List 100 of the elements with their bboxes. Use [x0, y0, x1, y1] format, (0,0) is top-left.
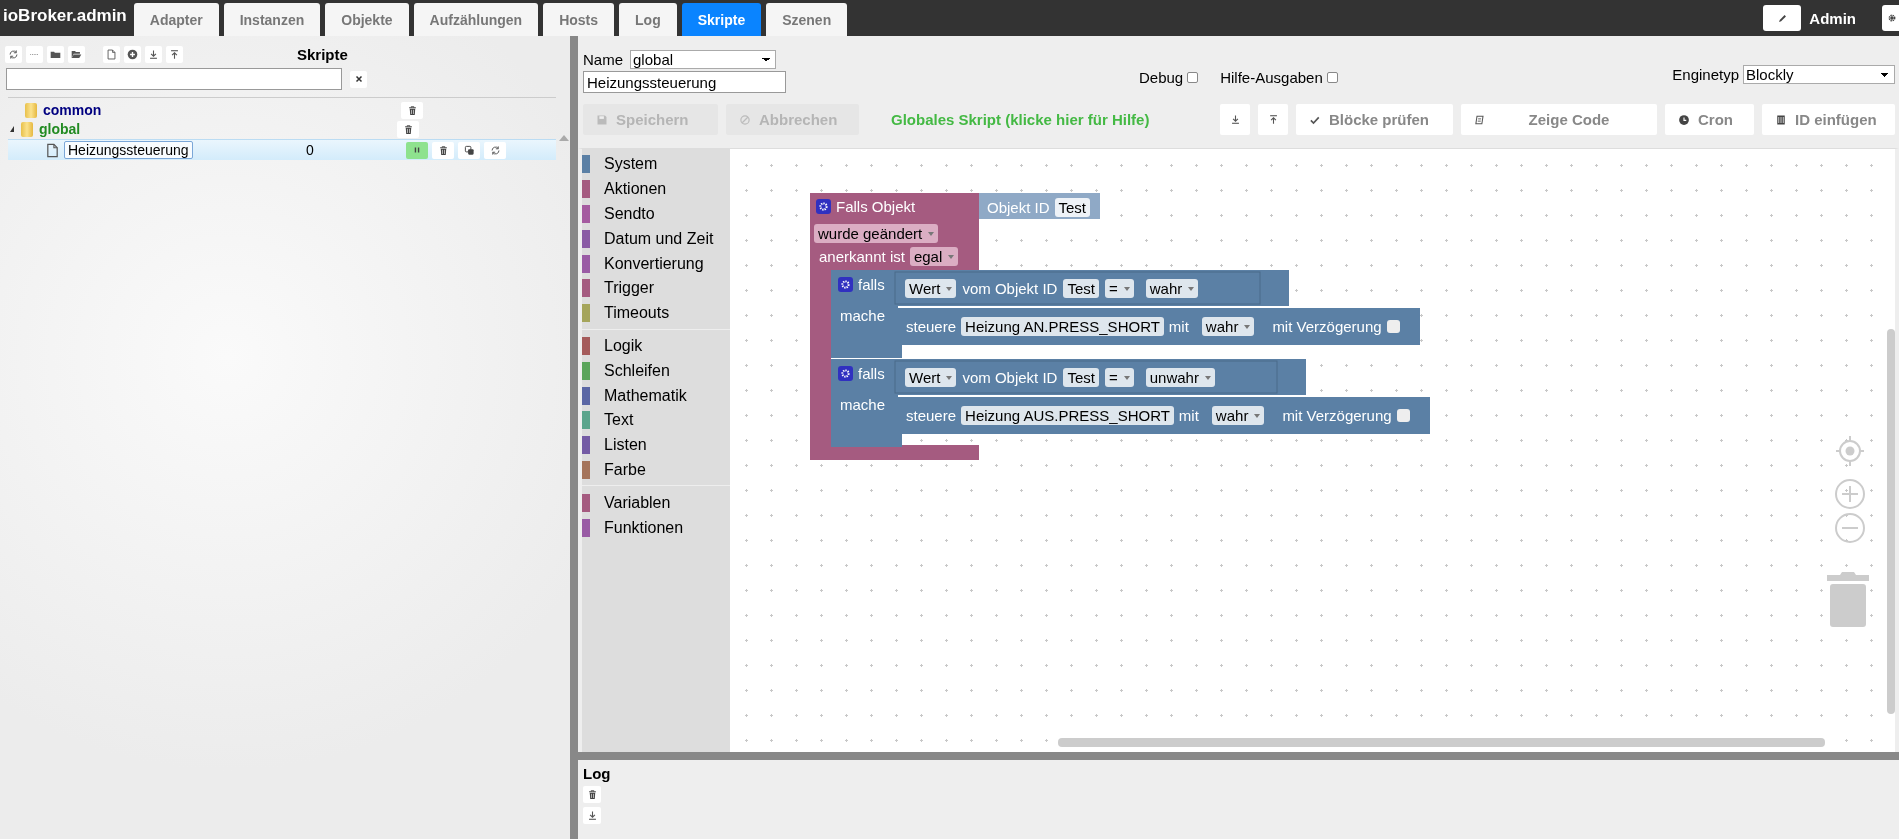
- block-label: anerkannt ist: [819, 248, 905, 265]
- toolbox-category[interactable]: Schleifen: [582, 358, 730, 384]
- download-log-button[interactable]: [583, 807, 601, 824]
- toolbox-category[interactable]: Text: [582, 407, 730, 433]
- nav-tab[interactable]: Szenen: [766, 3, 848, 36]
- clear-log-button[interactable]: [583, 786, 601, 803]
- block-label: falls: [858, 365, 885, 382]
- clear-button[interactable]: [350, 70, 367, 88]
- delete-button[interactable]: [401, 101, 423, 119]
- horizontal-scrollbar[interactable]: [1058, 738, 1825, 747]
- settings-button[interactable]: [1882, 5, 1899, 31]
- add-button[interactable]: [124, 45, 141, 63]
- gear-icon[interactable]: [838, 277, 853, 292]
- value-dropdown[interactable]: wahr: [1201, 317, 1255, 336]
- folder-button[interactable]: [47, 45, 64, 63]
- nav-tab[interactable]: Aufzählungen: [413, 3, 539, 36]
- cron-button[interactable]: Cron: [1665, 104, 1754, 135]
- show-code-button[interactable]: Zeige Code: [1461, 104, 1657, 135]
- folder-button[interactable]: [68, 45, 85, 63]
- script-name[interactable]: Heizungssteuerung: [64, 141, 193, 159]
- refresh-icon: [489, 144, 501, 156]
- upload-button[interactable]: [1258, 104, 1288, 135]
- block-label: Falls Objekt: [836, 198, 916, 215]
- restart-button[interactable]: [484, 141, 506, 159]
- operator-dropdown[interactable]: =: [1104, 279, 1134, 298]
- import-button[interactable]: [166, 45, 183, 63]
- toolbox-category[interactable]: Konvertierung: [582, 251, 730, 276]
- check-blocks-button[interactable]: Blöcke prüfen: [1296, 104, 1453, 135]
- block-label: mache: [840, 396, 886, 413]
- copy-button[interactable]: [458, 141, 480, 159]
- folder-name[interactable]: common: [43, 102, 401, 118]
- toolbox-category[interactable]: Sendto: [582, 201, 730, 227]
- panel-title: Skripte: [297, 45, 348, 63]
- gear-icon[interactable]: [816, 199, 831, 214]
- nav-tab[interactable]: Objekte: [325, 3, 409, 36]
- nav-tab[interactable]: Instanzen: [223, 3, 321, 36]
- script-row[interactable]: Heizungssteuerung 0: [8, 139, 556, 160]
- block-label: vom Objekt ID: [962, 280, 1058, 297]
- nav-tab[interactable]: Hosts: [543, 3, 615, 36]
- toolbox-category[interactable]: Listen: [582, 432, 730, 458]
- object-id-field[interactable]: Test: [1063, 279, 1099, 298]
- toolbox-category[interactable]: Datum und Zeit: [582, 226, 730, 252]
- new-script-button[interactable]: [103, 45, 120, 63]
- folder-name[interactable]: global: [39, 121, 397, 137]
- debug-checkbox[interactable]: [1187, 72, 1199, 83]
- engine-select[interactable]: Blockly: [1743, 65, 1895, 84]
- block-label: mit: [1178, 407, 1199, 424]
- toolbox-category[interactable]: Variablen: [582, 490, 730, 516]
- toolbox-category[interactable]: Aktionen: [582, 176, 730, 202]
- toolbox-category[interactable]: Timeouts: [582, 300, 730, 326]
- value-dropdown[interactable]: wahr: [1211, 406, 1265, 425]
- operator-dropdown[interactable]: =: [1104, 368, 1134, 387]
- upload-icon: [169, 48, 180, 60]
- toolbox-category[interactable]: Logik: [582, 333, 730, 359]
- file-icon: [45, 142, 60, 158]
- toolbox-category[interactable]: System: [582, 152, 730, 177]
- trash-icon: [402, 123, 414, 135]
- vertical-scrollbar[interactable]: [1887, 329, 1895, 714]
- block-label: vom Objekt ID: [962, 369, 1058, 386]
- value-dropdown[interactable]: wahr: [1145, 279, 1199, 298]
- object-id-field[interactable]: Test: [1054, 198, 1091, 217]
- toolbox-category[interactable]: Mathematik: [582, 383, 730, 408]
- engine-label: Enginetyp: [1672, 66, 1739, 83]
- target-field[interactable]: Heizung AN.PRESS_SHORT: [961, 317, 1164, 336]
- value-dropdown[interactable]: unwahr: [1145, 368, 1215, 387]
- search-field[interactable]: [6, 68, 342, 90]
- gear-icon[interactable]: [838, 366, 853, 381]
- attribute-dropdown[interactable]: Wert: [905, 279, 957, 298]
- help-output-checkbox[interactable]: [1326, 72, 1338, 83]
- toolbox-category[interactable]: Trigger: [582, 276, 730, 301]
- nav-tab[interactable]: Log: [619, 3, 677, 36]
- block-label: steuere: [906, 318, 957, 335]
- copy-icon: [463, 144, 475, 156]
- target-field[interactable]: Heizung AUS.PRESS_SHORT: [961, 406, 1174, 425]
- download-icon: [586, 810, 598, 821]
- object-id-field[interactable]: Test: [1063, 368, 1099, 387]
- event-dropdown[interactable]: wurde geändert: [814, 224, 939, 243]
- clock-icon: [1678, 113, 1690, 126]
- delete-button[interactable]: [432, 141, 454, 159]
- block-label: Objekt ID: [987, 199, 1050, 216]
- delete-button[interactable]: [397, 120, 419, 138]
- code-icon: [1474, 113, 1486, 126]
- block-label: mit Verzögerung: [1272, 318, 1382, 335]
- insert-id-button[interactable]: ID einfügen: [1762, 104, 1895, 135]
- group-select[interactable]: global: [630, 50, 776, 69]
- script-count: 0: [306, 142, 315, 158]
- pencil-icon: [1776, 12, 1788, 24]
- refresh-button[interactable]: [5, 45, 22, 63]
- expand-arrow[interactable]: [10, 126, 14, 132]
- nav-tab[interactable]: Adapter: [133, 3, 219, 36]
- attribute-dropdown[interactable]: Wert: [905, 368, 957, 387]
- trash-icon: [406, 104, 418, 116]
- toolbox-category[interactable]: Funktionen: [582, 515, 730, 540]
- trash-icon: [437, 144, 449, 156]
- edit-button[interactable]: [1763, 5, 1802, 31]
- toolbox-category[interactable]: Farbe: [582, 457, 730, 483]
- ack-dropdown[interactable]: egal: [909, 247, 959, 266]
- export-button[interactable]: [145, 45, 162, 63]
- nav-tab[interactable]: Skripte: [681, 3, 762, 36]
- script-name-field[interactable]: Heizungssteuerung: [583, 71, 786, 93]
